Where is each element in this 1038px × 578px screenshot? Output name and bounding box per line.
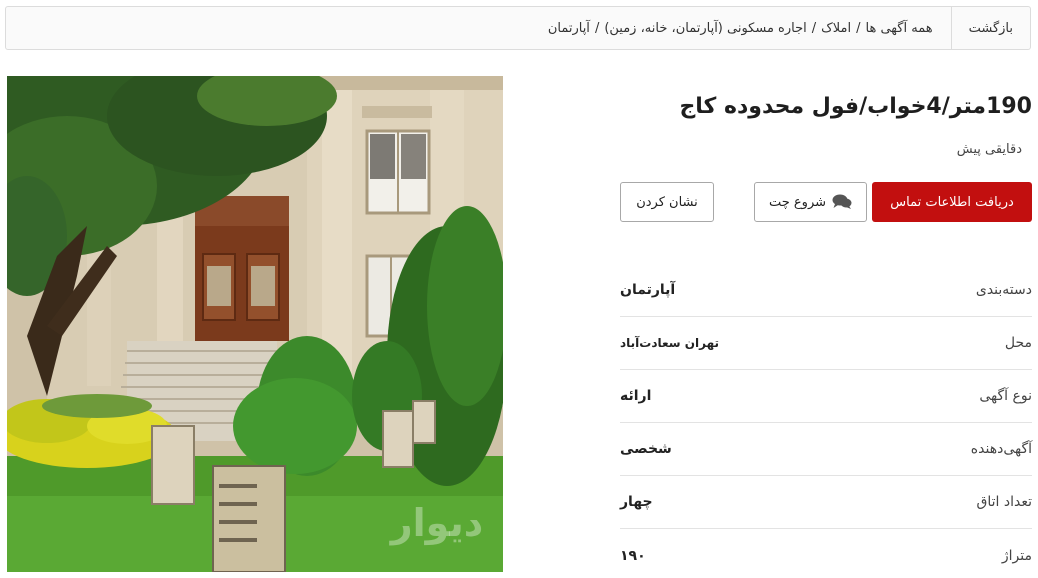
attribute-value: آپارتمان bbox=[620, 282, 676, 298]
attribute-row-area: متراژ ۱۹۰ bbox=[620, 529, 1032, 578]
photo-watermark: دیوار bbox=[389, 501, 484, 545]
start-chat-label: شروع چت bbox=[768, 194, 827, 210]
attribute-label: تعداد اتاق bbox=[976, 494, 1033, 510]
breadcrumb-bar: بازگشت همه آگهی ها / املاک / اجاره مسکون… bbox=[5, 6, 1031, 50]
attribute-value: ارائه bbox=[620, 388, 652, 404]
attribute-label: متراژ bbox=[1001, 547, 1032, 564]
breadcrumb-separator: / bbox=[811, 20, 817, 36]
attribute-list: دسته‌بندی آپارتمان محل تهران سعادت‌آباد … bbox=[620, 264, 1032, 578]
breadcrumb-all-ads[interactable]: همه آگهی ها bbox=[866, 21, 933, 36]
attribute-value: چهار bbox=[620, 494, 653, 510]
breadcrumb-apartment[interactable]: آپارتمان bbox=[548, 21, 590, 36]
attribute-row-ad-type: نوع آگهی ارائه bbox=[620, 370, 1032, 423]
breadcrumb: همه آگهی ها / املاک / اجاره مسکونی (آپار… bbox=[548, 21, 951, 36]
attribute-value: ۱۹۰ bbox=[620, 547, 646, 564]
listing-title: 190متر/4خواب/فول محدوده کاج bbox=[679, 94, 1032, 119]
back-button[interactable]: بازگشت bbox=[950, 7, 1030, 49]
attribute-label: دسته‌بندی bbox=[975, 282, 1032, 298]
attribute-label: محل bbox=[1004, 335, 1032, 351]
attribute-row-rooms: تعداد اتاق چهار bbox=[620, 476, 1032, 529]
attribute-row-advertiser: آگهی‌دهنده شخصی bbox=[620, 423, 1032, 476]
breadcrumb-separator: / bbox=[594, 20, 600, 36]
breadcrumb-separator: / bbox=[856, 20, 861, 36]
breadcrumb-residential-rent[interactable]: اجاره مسکونی (آپارتمان، خانه، زمین) bbox=[604, 21, 806, 36]
chat-icon bbox=[832, 194, 852, 210]
listing-page: بازگشت همه آگهی ها / املاک / اجاره مسکون… bbox=[0, 0, 1038, 578]
listing-photo-image: دیوار bbox=[7, 76, 503, 572]
start-chat-button[interactable]: شروع چت bbox=[754, 182, 867, 222]
attribute-label: نوع آگهی bbox=[979, 388, 1032, 404]
bookmark-button[interactable]: نشان کردن bbox=[620, 182, 714, 222]
attribute-label: آگهی‌دهنده bbox=[970, 441, 1032, 457]
attribute-value: شخصی bbox=[620, 441, 672, 457]
get-contact-button[interactable]: دریافت اطلاعات تماس bbox=[872, 182, 1032, 222]
attribute-row-category: دسته‌بندی آپارتمان bbox=[620, 264, 1032, 317]
posted-time: دقایقی پیش bbox=[956, 142, 1022, 157]
listing-photo[interactable]: دیوار bbox=[7, 76, 503, 572]
attribute-value: تهران سعادت‌آباد bbox=[620, 336, 720, 350]
attribute-row-location: محل تهران سعادت‌آباد bbox=[620, 317, 1032, 370]
breadcrumb-real-estate[interactable]: املاک bbox=[821, 21, 851, 36]
